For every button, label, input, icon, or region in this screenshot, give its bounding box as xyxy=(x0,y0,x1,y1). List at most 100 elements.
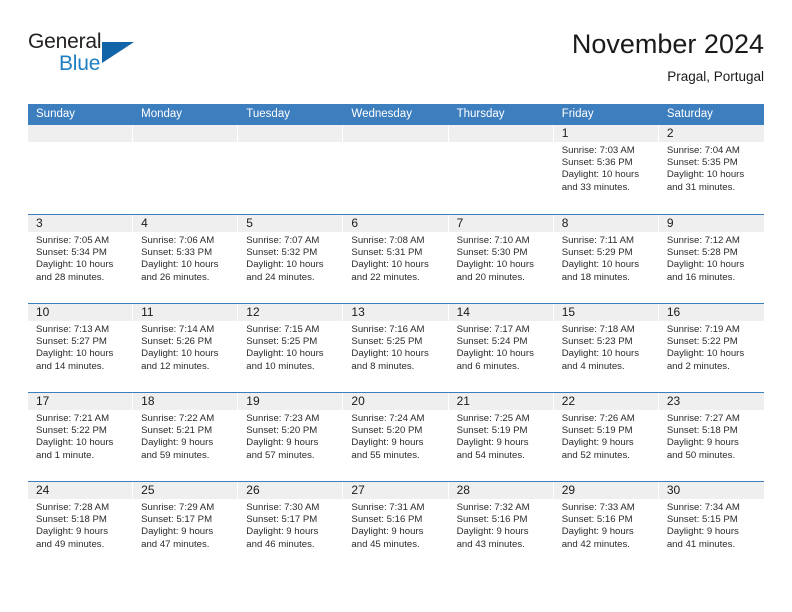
sunset-text: Sunset: 5:22 PM xyxy=(666,336,738,348)
sunset-text: Sunset: 5:30 PM xyxy=(456,247,528,259)
sunrise-text: Sunrise: 7:05 AM xyxy=(36,235,110,246)
sunrise-text: Sunrise: 7:13 AM xyxy=(36,324,110,335)
sunrise-text: Sunrise: 7:12 AM xyxy=(666,235,740,246)
calendar-day-cell[interactable]: 14 Sunrise: 7:17 AM Sunset: 5:24 PM Dayligh… xyxy=(448,304,554,392)
daylight-text-line2: and 4 minutes. xyxy=(561,360,625,372)
day-number-band: 1 xyxy=(553,125,659,142)
calendar-day-cell[interactable]: 24 Sunrise: 7:28 AM Sunset: 5:18 PM Dayligh… xyxy=(28,482,134,570)
daylight-text-line2: and 41 minutes. xyxy=(666,538,736,550)
calendar-day-cell[interactable]: 30 Sunrise: 7:34 AM Sunset: 5:15 PM Dayligh… xyxy=(658,482,764,570)
calendar-day-cell[interactable]: 1 Sunrise: 7:03 AM Sunset: 5:36 PM Daylight… xyxy=(553,125,659,214)
day-number-band xyxy=(448,125,554,142)
calendar-day-cell[interactable]: 25 Sunrise: 7:29 AM Sunset: 5:17 PM Dayligh… xyxy=(133,482,239,570)
calendar-day-cell[interactable]: 19 Sunrise: 7:23 AM Sunset: 5:20 PM Dayligh… xyxy=(238,393,344,481)
day-details: Sunrise: 7:14 AM Sunset: 5:26 PM Daylight:… xyxy=(133,321,238,373)
day-number-band xyxy=(238,125,344,142)
calendar-day-cell[interactable]: 29 Sunrise: 7:33 AM Sunset: 5:16 PM Dayligh… xyxy=(553,482,659,570)
calendar-day-cell[interactable]: 11 Sunrise: 7:14 AM Sunset: 5:26 PM Dayligh… xyxy=(133,304,239,392)
day-number-band: 29 xyxy=(553,482,659,499)
daylight-text-line1: Daylight: 10 hours xyxy=(456,259,534,271)
day-number: 28 xyxy=(456,483,470,497)
day-details: Sunrise: 7:31 AM Sunset: 5:16 PM Daylight:… xyxy=(343,499,448,551)
day-number: 19 xyxy=(246,394,260,408)
daylight-text-line1: Daylight: 10 hours xyxy=(561,169,640,181)
day-number-band: 4 xyxy=(133,215,239,232)
calendar-day-cell[interactable]: 4 Sunrise: 7:06 AM Sunset: 5:33 PM Daylight… xyxy=(133,215,239,303)
calendar-day-cell[interactable]: 2 Sunrise: 7:04 AM Sunset: 5:35 PM Daylight… xyxy=(658,125,764,214)
calendar-day-cell[interactable]: 21 Sunrise: 7:25 AM Sunset: 5:19 PM Dayligh… xyxy=(448,393,554,481)
sunset-text: Sunset: 5:15 PM xyxy=(666,514,738,526)
day-number-band: 3 xyxy=(28,215,134,232)
sunset-text: Sunset: 5:16 PM xyxy=(561,514,633,526)
day-number: 22 xyxy=(561,394,576,408)
day-number: 1 xyxy=(561,126,569,140)
calendar-day-cell-empty xyxy=(343,125,449,214)
day-details: Sunrise: 7:21 AM Sunset: 5:22 PM Daylight:… xyxy=(28,410,133,462)
sunset-text: Sunset: 5:18 PM xyxy=(666,425,738,437)
calendar-day-cell[interactable]: 15 Sunrise: 7:18 AM Sunset: 5:23 PM Dayligh… xyxy=(553,304,659,392)
calendar-day-cell[interactable]: 17 Sunrise: 7:21 AM Sunset: 5:22 PM Dayligh… xyxy=(28,393,134,481)
day-number-band: 6 xyxy=(343,215,449,232)
sunrise-text: Sunrise: 7:18 AM xyxy=(561,324,635,335)
calendar-week-row: 24 Sunrise: 7:28 AM Sunset: 5:18 PM Dayligh… xyxy=(28,481,764,570)
calendar-day-cell[interactable]: 27 Sunrise: 7:31 AM Sunset: 5:16 PM Dayligh… xyxy=(343,482,449,570)
daylight-text-line1: Daylight: 9 hours xyxy=(246,437,319,449)
calendar-day-cell[interactable]: 3 Sunrise: 7:05 AM Sunset: 5:34 PM Daylight… xyxy=(28,215,134,303)
sunset-text: Sunset: 5:18 PM xyxy=(36,514,107,526)
day-details: Sunrise: 7:30 AM Sunset: 5:17 PM Daylight:… xyxy=(238,499,343,551)
daylight-text-line2: and 2 minutes. xyxy=(666,360,730,372)
daylight-text-line1: Daylight: 9 hours xyxy=(141,437,214,449)
sunset-text: Sunset: 5:27 PM xyxy=(36,336,107,348)
daylight-text-line2: and 10 minutes. xyxy=(246,360,315,372)
day-number-band xyxy=(343,125,449,142)
day-number-band: 17 xyxy=(28,393,134,410)
sunrise-text: Sunrise: 7:26 AM xyxy=(561,413,635,424)
calendar-day-cell[interactable]: 26 Sunrise: 7:30 AM Sunset: 5:17 PM Dayligh… xyxy=(238,482,344,570)
calendar-day-cell[interactable]: 28 Sunrise: 7:32 AM Sunset: 5:16 PM Dayligh… xyxy=(448,482,554,570)
daylight-text-line2: and 1 minute. xyxy=(36,449,95,461)
day-details: Sunrise: 7:32 AM Sunset: 5:16 PM Daylight:… xyxy=(449,499,554,551)
day-number-band: 12 xyxy=(238,304,344,321)
daylight-text-line1: Daylight: 10 hours xyxy=(666,348,745,360)
day-number-band: 18 xyxy=(133,393,239,410)
calendar-day-cell[interactable]: 18 Sunrise: 7:22 AM Sunset: 5:21 PM Dayligh… xyxy=(133,393,239,481)
sunset-text: Sunset: 5:29 PM xyxy=(561,247,633,259)
calendar-day-cell[interactable]: 16 Sunrise: 7:19 AM Sunset: 5:22 PM Dayligh… xyxy=(658,304,764,392)
calendar-day-cell[interactable]: 13 Sunrise: 7:16 AM Sunset: 5:25 PM Dayligh… xyxy=(343,304,449,392)
daylight-text-line2: and 57 minutes. xyxy=(246,449,315,461)
calendar-day-cell[interactable]: 7 Sunrise: 7:10 AM Sunset: 5:30 PM Daylight… xyxy=(448,215,554,303)
day-details: Sunrise: 7:26 AM Sunset: 5:19 PM Daylight:… xyxy=(554,410,659,462)
logo-text-blue: Blue xyxy=(59,52,101,75)
day-details: Sunrise: 7:03 AM Sunset: 5:36 PM Daylight:… xyxy=(554,142,659,194)
daylight-text-line2: and 18 minutes. xyxy=(561,271,630,283)
calendar-day-cell-empty xyxy=(133,125,239,214)
day-details: Sunrise: 7:07 AM Sunset: 5:32 PM Daylight:… xyxy=(238,232,343,284)
calendar-day-cell[interactable]: 5 Sunrise: 7:07 AM Sunset: 5:32 PM Daylight… xyxy=(238,215,344,303)
day-details: Sunrise: 7:33 AM Sunset: 5:16 PM Daylight:… xyxy=(554,499,659,551)
sunset-text: Sunset: 5:36 PM xyxy=(561,157,633,169)
day-number-band xyxy=(133,125,239,142)
daylight-text-line1: Daylight: 10 hours xyxy=(246,348,324,360)
day-details: Sunrise: 7:05 AM Sunset: 5:34 PM Daylight:… xyxy=(28,232,133,284)
day-number-band: 25 xyxy=(133,482,239,499)
calendar-day-cell[interactable]: 12 Sunrise: 7:15 AM Sunset: 5:25 PM Dayligh… xyxy=(238,304,344,392)
day-number-band: 7 xyxy=(448,215,554,232)
day-number-band: 22 xyxy=(553,393,659,410)
day-number-band: 28 xyxy=(448,482,554,499)
day-number: 12 xyxy=(246,305,260,319)
day-number: 2 xyxy=(666,126,674,140)
calendar-day-cell[interactable]: 20 Sunrise: 7:24 AM Sunset: 5:20 PM Dayligh… xyxy=(343,393,449,481)
calendar-day-cell[interactable]: 6 Sunrise: 7:08 AM Sunset: 5:31 PM Daylight… xyxy=(343,215,449,303)
daylight-text-line1: Daylight: 9 hours xyxy=(561,526,634,538)
calendar-day-cell[interactable]: 8 Sunrise: 7:11 AM Sunset: 5:29 PM Daylight… xyxy=(553,215,659,303)
day-number-band: 20 xyxy=(343,393,449,410)
calendar-day-cell[interactable]: 9 Sunrise: 7:12 AM Sunset: 5:28 PM Daylight… xyxy=(658,215,764,303)
day-number: 11 xyxy=(141,305,154,319)
calendar-day-cell[interactable]: 10 Sunrise: 7:13 AM Sunset: 5:27 PM Dayligh… xyxy=(28,304,134,392)
calendar-day-cell[interactable]: 23 Sunrise: 7:27 AM Sunset: 5:18 PM Dayligh… xyxy=(658,393,764,481)
general-blue-logo[interactable]: General Blue xyxy=(28,30,158,86)
calendar-day-cell[interactable]: 22 Sunrise: 7:26 AM Sunset: 5:19 PM Dayligh… xyxy=(553,393,659,481)
daylight-text-line2: and 24 minutes. xyxy=(246,271,315,283)
sunrise-text: Sunrise: 7:17 AM xyxy=(456,324,530,335)
day-number-band: 26 xyxy=(238,482,344,499)
